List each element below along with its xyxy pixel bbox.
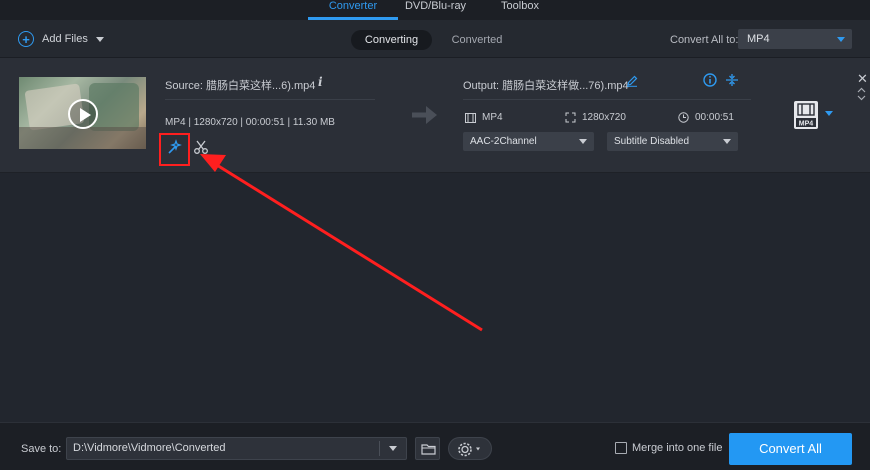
scissors-icon[interactable] — [193, 139, 209, 155]
subtitle-value: Subtitle Disabled — [614, 136, 690, 147]
add-files-button[interactable]: + Add Files — [18, 30, 104, 48]
settings-button[interactable] — [448, 437, 492, 460]
gear-icon — [458, 442, 480, 457]
arrow-right-icon — [412, 106, 437, 124]
subtitle-select[interactable]: Subtitle Disabled — [607, 132, 738, 151]
chevron-up-icon[interactable] — [857, 87, 866, 93]
add-files-label: Add Files — [42, 33, 88, 45]
film-icon — [465, 112, 476, 123]
output-duration-info: 00:00:51 — [678, 112, 734, 123]
resize-icon — [565, 112, 576, 123]
clock-icon — [678, 112, 689, 123]
chevron-down-icon — [723, 139, 731, 144]
play-icon[interactable] — [68, 99, 98, 129]
info-icon[interactable]: i — [318, 75, 323, 89]
file-item: Source: 腊肠白菜这样...6).mp4 i MP4 | 1280x720… — [0, 58, 870, 173]
save-to-label: Save to: — [21, 443, 62, 455]
chevron-down-icon[interactable] — [95, 36, 104, 42]
output-duration: 00:00:51 — [695, 112, 734, 123]
open-folder-button[interactable] — [415, 437, 440, 460]
source-metadata: MP4 | 1280x720 | 00:00:51 | 11.30 MB — [165, 117, 335, 128]
divider — [463, 99, 751, 100]
add-icon: + — [18, 31, 34, 47]
chevron-down-icon — [837, 37, 845, 42]
tab-converted[interactable]: Converted — [441, 30, 513, 50]
video-thumbnail[interactable] — [19, 77, 146, 149]
chevron-down-icon[interactable] — [389, 446, 397, 451]
checkbox[interactable] — [615, 442, 627, 454]
output-resolution-info: 1280x720 — [565, 112, 626, 123]
convert-all-format-select[interactable]: MP4 — [738, 29, 852, 49]
folder-icon — [421, 444, 436, 455]
source-filename: Source: 腊肠白菜这样...6).mp4 — [165, 80, 316, 92]
chevron-down-icon[interactable] — [825, 111, 833, 116]
badge-label: MP4 — [799, 121, 814, 128]
format-select-value: MP4 — [747, 33, 770, 45]
divider — [165, 99, 375, 100]
output-format-badge[interactable]: MP4 — [793, 100, 819, 130]
convert-all-to-label: Convert All to: — [670, 34, 739, 46]
tab-toolbox[interactable]: Toolbox — [490, 0, 550, 20]
split-icon[interactable] — [725, 73, 739, 87]
highlight-box — [159, 133, 190, 166]
tab-converting[interactable]: Converting — [351, 30, 432, 50]
output-resolution: 1280x720 — [582, 112, 626, 123]
main-nav: Converter DVD/Blu-ray Toolbox — [0, 0, 870, 20]
save-path-field[interactable]: D:\Vidmore\Vidmore\Converted — [66, 437, 407, 460]
merge-label: Merge into one file — [632, 442, 723, 454]
merge-checkbox[interactable]: Merge into one file — [615, 442, 723, 454]
audio-track-value: AAC-2Channel — [470, 136, 537, 147]
save-path-value: D:\Vidmore\Vidmore\Converted — [73, 442, 226, 454]
chevron-down-icon[interactable] — [857, 95, 866, 101]
pencil-icon[interactable] — [626, 75, 638, 87]
audio-track-select[interactable]: AAC-2Channel — [463, 132, 594, 151]
convert-all-button[interactable]: Convert All — [729, 433, 852, 465]
chevron-down-icon — [579, 139, 587, 144]
output-filename: Output: 腊肠白菜这样做...76).mp4 — [463, 80, 629, 92]
output-format: MP4 — [482, 112, 503, 123]
close-icon[interactable]: ✕ — [857, 72, 868, 85]
bottom-bar: Save to: D:\Vidmore\Vidmore\Converted Me… — [0, 422, 870, 470]
tab-dvd-bluray[interactable]: DVD/Blu-ray — [398, 0, 473, 20]
info-circle-icon[interactable] — [703, 73, 717, 87]
output-format-info: MP4 — [465, 112, 503, 123]
